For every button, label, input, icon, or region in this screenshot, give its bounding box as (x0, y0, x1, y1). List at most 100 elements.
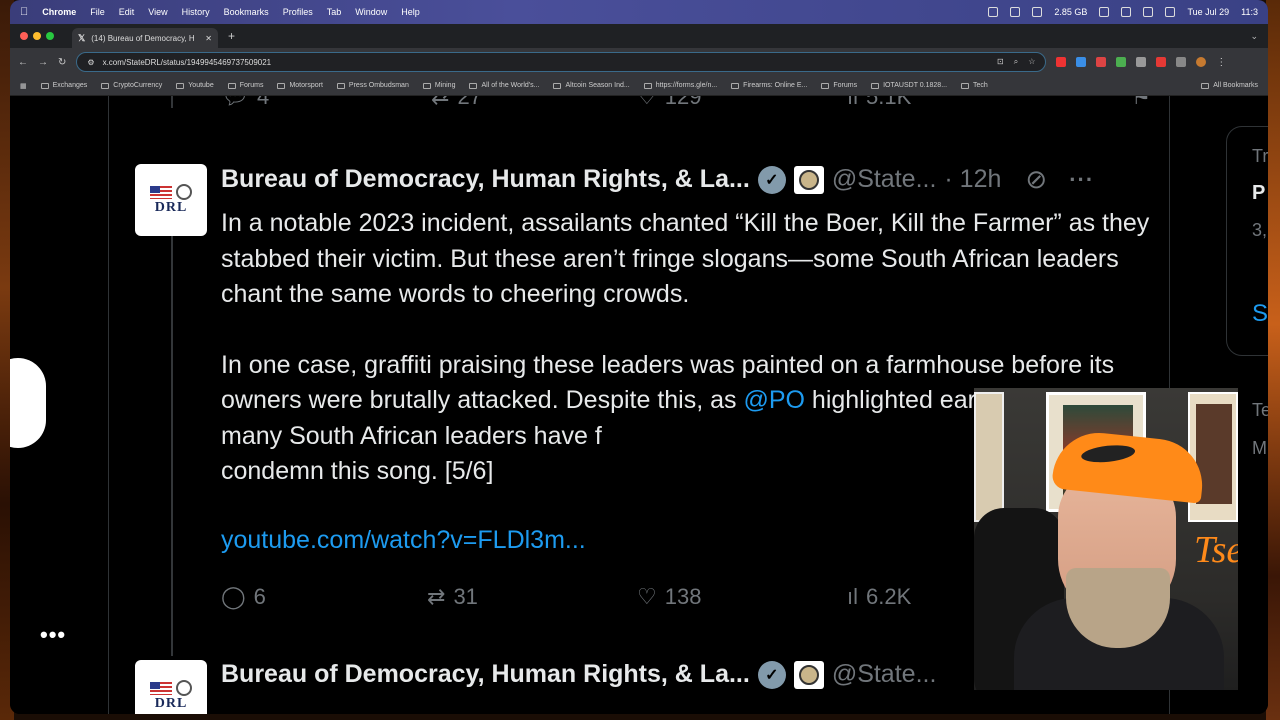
menu-file[interactable]: File (90, 7, 105, 17)
folder-icon (40, 82, 49, 89)
search-icon[interactable] (1165, 7, 1176, 17)
views-icon: ıl (847, 96, 858, 109)
youtube-link[interactable]: youtube.com/watch?v=FLDl3m... (221, 526, 586, 555)
repost-count: 31 (453, 584, 478, 609)
mention-link[interactable]: @PO (743, 386, 805, 414)
bookmark-icon[interactable]: ⚑ (1131, 96, 1151, 110)
bookmark-label: Forums (833, 82, 858, 89)
menu-help[interactable]: Help (401, 7, 420, 17)
wifi-icon[interactable] (1143, 7, 1154, 17)
avatar[interactable]: DRL (135, 660, 207, 714)
like-button[interactable]: ♡ 138 (637, 584, 847, 610)
minimize-button[interactable] (33, 32, 41, 40)
extension-icon[interactable] (1136, 57, 1147, 67)
tweet-time[interactable]: · 12h (944, 165, 1001, 194)
more-options-icon[interactable]: ••• (40, 622, 66, 648)
folder-icon (871, 82, 880, 89)
bookmark-item[interactable]: Altcoin Season Ind... (553, 82, 630, 89)
url-text[interactable]: x.com/StateDRL/status/194994546973750902… (103, 58, 272, 67)
extension-icon[interactable] (1076, 57, 1087, 67)
site-info-icon[interactable]: ⚙ (87, 58, 94, 67)
bookmark-item[interactable]: Mining (422, 82, 455, 89)
new-tab-button[interactable]: + (228, 29, 235, 43)
repost-icon: ⇄ (431, 96, 450, 109)
browser-tab[interactable]: 𝕏 (14) Bureau of Democracy, H ✕ (72, 28, 218, 48)
reply-icon: ◯ (221, 584, 246, 609)
extension-icon[interactable] (1056, 57, 1067, 67)
menu-view[interactable]: View (148, 7, 167, 17)
sidebar-text[interactable]: P (1252, 182, 1265, 205)
bookmark-item[interactable]: Firearms: Online E... (731, 82, 807, 89)
memory-readout: 2.85 GB (1054, 7, 1088, 17)
repost-button[interactable]: ⇄ 31 (427, 584, 637, 610)
left-nav: ••• (10, 96, 108, 714)
bookmark-item[interactable]: Motorsport (277, 82, 323, 89)
address-bar[interactable]: ⚙ x.com/StateDRL/status/1949945469737509… (76, 52, 1047, 72)
reload-icon[interactable]: ↻ (58, 57, 66, 68)
extension-icon[interactable] (1156, 57, 1167, 67)
views-button[interactable]: ıl 5.1K (847, 96, 1057, 110)
grok-icon[interactable]: ⊘ (1025, 164, 1047, 195)
menu-history[interactable]: History (182, 7, 210, 17)
author-name[interactable]: Bureau of Democracy, Human Rights, & La.… (221, 165, 750, 194)
bookmark-item[interactable]: Forums (227, 82, 264, 89)
avatar-text: DRL (154, 696, 188, 711)
close-tab-icon[interactable]: ✕ (205, 34, 212, 43)
close-window-button[interactable] (20, 32, 28, 40)
all-bookmarks[interactable]: All Bookmarks (1201, 82, 1258, 89)
avatar[interactable]: DRL (135, 164, 207, 236)
menu-edit[interactable]: Edit (119, 7, 135, 17)
seal-icon (176, 680, 192, 696)
apps-grid-icon[interactable]: ▦ (20, 82, 27, 90)
zoom-button[interactable] (46, 32, 54, 40)
install-icon[interactable]: ⊡ (997, 57, 1004, 67)
menu-bookmarks[interactable]: Bookmarks (224, 7, 269, 17)
bookmark-star-icon[interactable]: ☆ (1028, 57, 1035, 67)
menu-chrome[interactable]: Chrome (42, 7, 76, 17)
bookmark-item[interactable]: Youtube (176, 82, 214, 89)
post-button[interactable] (10, 358, 46, 448)
reply-button[interactable]: 💬︎ 4 (221, 96, 431, 110)
view-count: 5.1K (866, 96, 912, 109)
profile-avatar[interactable] (1196, 57, 1207, 67)
menu-window[interactable]: Window (355, 7, 387, 17)
like-button[interactable]: ♡ 129 (637, 96, 847, 110)
folder-icon (227, 82, 236, 89)
status-icon[interactable] (1032, 7, 1043, 17)
author-name[interactable]: Bureau of Democracy, Human Rights, & La.… (221, 660, 750, 689)
more-icon[interactable]: ··· (1069, 167, 1094, 193)
menu-tab[interactable]: Tab (327, 7, 342, 17)
status-icon[interactable] (988, 7, 999, 17)
zoom-icon[interactable]: ⌕ (1014, 57, 1018, 67)
apple-icon[interactable]:  (20, 6, 28, 18)
show-more-link[interactable]: S (1252, 300, 1268, 328)
menu-profiles[interactable]: Profiles (283, 7, 313, 17)
menu-kebab-icon[interactable]: ⋮ (1216, 57, 1226, 68)
repost-button[interactable]: ⇄ 27 (431, 96, 637, 110)
bookmark-item[interactable]: CryptoCurrency (101, 82, 162, 89)
mac-menubar:  Chrome File Edit View History Bookmark… (10, 0, 1268, 24)
forward-icon[interactable]: → (38, 57, 48, 68)
author-handle[interactable]: @State... (832, 165, 937, 194)
bookmark-label: Firearms: Online E... (743, 82, 808, 89)
extensions-puzzle-icon[interactable] (1176, 57, 1187, 67)
reply-button[interactable]: ◯ 6 (221, 584, 427, 610)
status-icon[interactable] (1099, 7, 1110, 17)
bookmark-item[interactable]: Press Ombudsman (336, 82, 409, 89)
bookmark-item[interactable]: https://forms.gle/n... (643, 82, 717, 89)
folder-icon (469, 82, 478, 89)
status-icon[interactable] (1010, 7, 1021, 17)
bookmark-item[interactable]: IOTAUSDT 0.1828... (871, 82, 947, 89)
bookmark-item[interactable]: Forums (821, 82, 857, 89)
extension-icon[interactable] (1096, 57, 1107, 67)
bookmark-item[interactable]: Tech (961, 82, 988, 89)
bookmark-label: All of the World's... (481, 82, 540, 89)
bookmark-label: Forums (239, 82, 264, 89)
back-icon[interactable]: ← (18, 57, 28, 68)
bookmark-item[interactable]: All of the World's... (469, 82, 539, 89)
author-handle[interactable]: @State... (832, 660, 937, 689)
tab-search-icon[interactable]: ⌄ (1250, 31, 1258, 42)
status-icon[interactable] (1121, 7, 1132, 17)
bookmark-item[interactable]: Exchanges (40, 82, 87, 89)
extension-icon[interactable] (1116, 57, 1127, 67)
